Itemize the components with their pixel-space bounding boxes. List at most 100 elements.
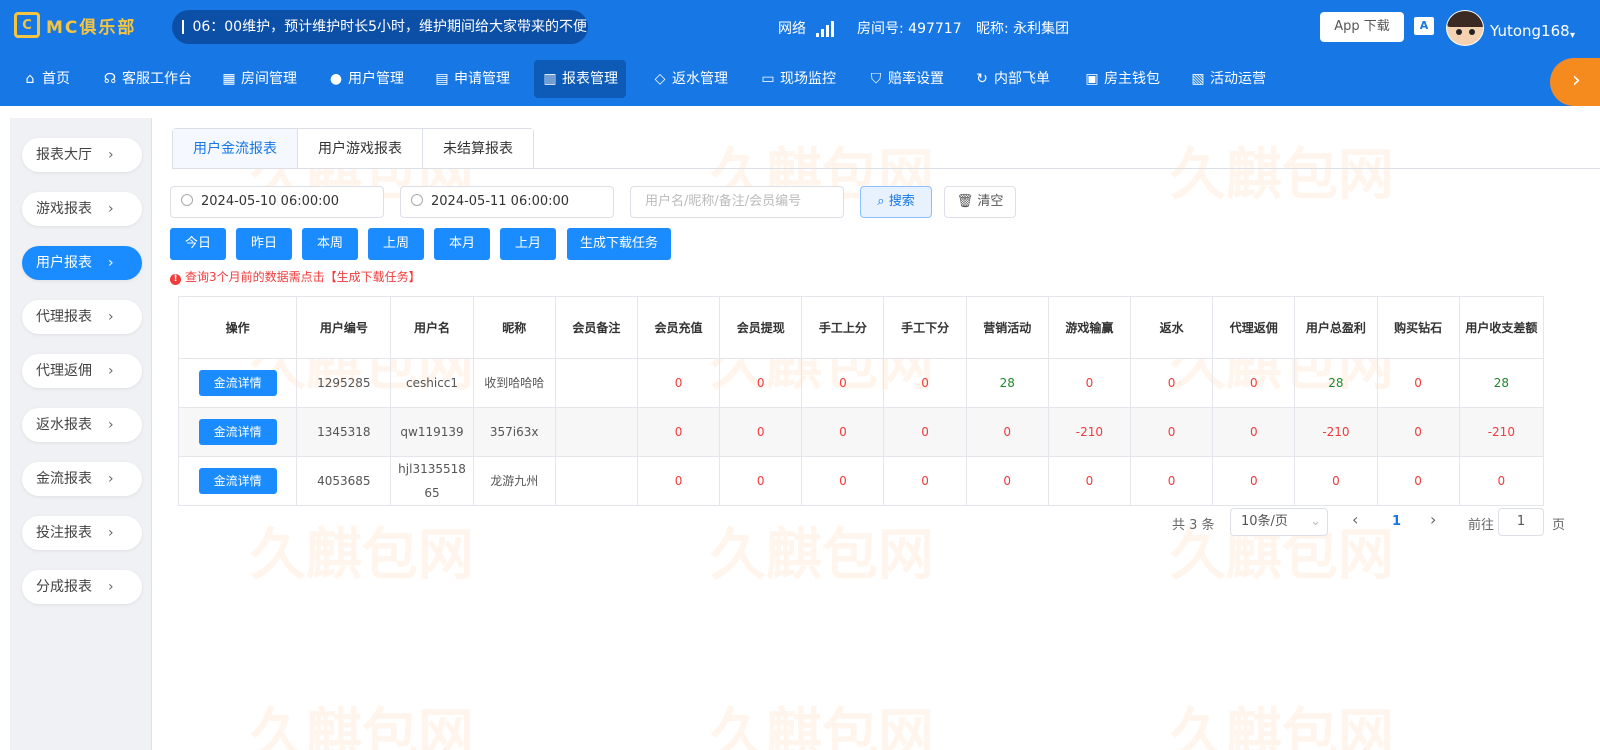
page-number-current[interactable]: 1 [1392, 514, 1401, 529]
sidebar-item-game-report[interactable]: 游戏报表 › [22, 192, 142, 226]
last-month-button[interactable]: 上月 [500, 228, 556, 260]
caret-down-icon[interactable]: ▾ [1570, 30, 1575, 41]
sidebar-item-label: 用户报表 [36, 255, 92, 271]
table-cell: 0 [636, 407, 721, 457]
table-cell: 0 [1376, 407, 1460, 457]
translate-icon[interactable]: A [1414, 17, 1434, 35]
sidebar-item-cashflow-report[interactable]: 金流报表 › [22, 462, 142, 496]
today-button[interactable]: 今日 [170, 228, 226, 260]
table-cell: -210 [1047, 407, 1132, 457]
table-cell: 0 [636, 456, 721, 506]
column-header: 会员提现 [719, 296, 803, 359]
this-week-button[interactable]: 本周 [302, 228, 358, 260]
sidebar-item-agent-report[interactable]: 代理报表 › [22, 300, 142, 334]
table-cell: 0 [1458, 456, 1545, 506]
nav-item-applications[interactable]: ▤ 申请管理 [426, 60, 518, 98]
table-cell: 0 [719, 407, 803, 457]
home-icon: ⌂ [25, 71, 35, 87]
nav-label: 现场监控 [780, 71, 836, 87]
app-download-button[interactable]: App 下载 [1320, 12, 1404, 42]
column-header: 会员备注 [554, 296, 638, 359]
start-date-field[interactable]: 2024-05-10 06:00:00 [170, 186, 384, 218]
table-cell: -210 [1294, 407, 1378, 457]
table-cell: 0 [1129, 358, 1214, 408]
sidebar-item-report-hall[interactable]: 报表大厅 › [22, 138, 142, 172]
nav-item-monitor[interactable]: ▭ 现场监控 [752, 60, 844, 98]
trash-icon: 🗑 [956, 194, 978, 209]
end-date-field[interactable]: 2024-05-11 06:00:00 [400, 186, 614, 218]
logo[interactable]: C MC俱乐部 [14, 12, 136, 38]
chevron-right-icon: › [108, 255, 114, 271]
logo-text: MC俱乐部 [46, 17, 137, 38]
nav-label: 用户管理 [348, 71, 404, 87]
nav-item-wallet[interactable]: ▣ 房主钱包 [1076, 60, 1168, 98]
start-date-value: 2024-05-10 06:00:00 [201, 194, 340, 209]
nav-item-service-desk[interactable]: ☊ 客服工作台 [94, 60, 200, 98]
nickname: 昵称: 永利集团 [976, 21, 1070, 37]
chevron-right-icon: › [108, 579, 114, 595]
nav-item-activities[interactable]: ▧ 活动运营 [1182, 60, 1274, 98]
chevron-right-icon: › [108, 471, 114, 487]
table-cell: 收到哈哈哈 [472, 358, 556, 408]
search-button[interactable]: ⌕ 搜索 [860, 186, 932, 218]
prev-page-button[interactable]: ‹ [1352, 510, 1358, 529]
sidebar-item-user-report[interactable]: 用户报表 › [22, 246, 142, 280]
sidebar-item-share-report[interactable]: 分成报表 › [22, 570, 142, 604]
sidebar-item-label: 金流报表 [36, 471, 92, 487]
nav-item-users[interactable]: ● 用户管理 [320, 60, 412, 98]
nav-item-internal-orders[interactable]: ↻ 内部飞单 [966, 60, 1058, 98]
table-cell: 0 [719, 456, 803, 506]
goto-page-input[interactable]: 1 [1498, 508, 1544, 536]
nav-label: 房间管理 [241, 71, 297, 87]
page-size-select[interactable]: 10条/页 ⌄ [1230, 508, 1328, 536]
pagination-total: 共 3 条 [1172, 518, 1215, 533]
cashflow-detail-button[interactable]: 金流详情 [198, 468, 277, 494]
clear-button[interactable]: 🗑 清空 [944, 186, 1016, 218]
nav-label: 申请管理 [454, 71, 510, 87]
nav-item-reports[interactable]: ▥ 报表管理 [534, 60, 626, 98]
column-header: 用户名 [390, 296, 474, 359]
generate-download-task-button[interactable]: 生成下载任务 [567, 228, 671, 260]
table-cell: 0 [965, 456, 1049, 506]
table-cell: 0 [1047, 358, 1132, 408]
next-page-button[interactable]: › [1430, 510, 1436, 529]
nav-more-arrow[interactable]: › [1550, 58, 1600, 106]
sidebar-item-rebate-report[interactable]: 返水报表 › [22, 408, 142, 442]
chevron-down-icon: ⌄ [1310, 514, 1321, 529]
nav-item-home[interactable]: ⌂ 首页 [14, 60, 78, 98]
tab-user-cashflow[interactable]: 用户金流报表 [173, 129, 298, 169]
bar-chart-icon: ▥ [543, 71, 557, 87]
column-header: 手工上分 [801, 296, 885, 359]
cashflow-detail-button[interactable]: 金流详情 [198, 419, 277, 445]
wallet-icon: ▣ [1085, 71, 1099, 87]
nav-item-odds[interactable]: ⛉ 赔率设置 [860, 60, 952, 98]
table-row: 金流详情 4053685 hjl313551865 龙游九州 0 0 0 0 0… [177, 456, 1545, 506]
column-header: 手工下分 [883, 296, 967, 359]
nav-label: 客服工作台 [122, 71, 192, 87]
nav-label: 赔率设置 [888, 71, 944, 87]
keyword-search-input[interactable]: 用户名/昵称/备注/会员编号 [630, 186, 844, 218]
sidebar: 报表大厅 › 游戏报表 › 用户报表 › 代理报表 › 代理返佣 › 返水报表 › 金流报表… [10, 118, 152, 750]
clear-label: 清空 [977, 194, 1004, 209]
nav-label: 报表管理 [562, 71, 618, 87]
last-week-button[interactable]: 上周 [368, 228, 424, 260]
this-month-button[interactable]: 本月 [434, 228, 490, 260]
nav-label: 内部飞单 [994, 71, 1050, 87]
table-header-row: 操作 用户编号 用户名 昵称 会员备注 会员充值 会员提现 手工上分 手工下分 … [177, 296, 1545, 359]
tip-text: 查询3个月前的数据需点击【生成下载任务】 [185, 270, 421, 284]
action-cell: 金流详情 [177, 456, 298, 506]
sidebar-item-bet-report[interactable]: 投注报表 › [22, 516, 142, 550]
nav-item-rooms[interactable]: ▦ 房间管理 [213, 60, 305, 98]
tab-unsettled[interactable]: 未结算报表 [423, 129, 533, 169]
signal-icon [816, 21, 835, 37]
nav-item-rebate[interactable]: ◇ 返水管理 [644, 60, 736, 98]
clock-icon [181, 194, 193, 206]
tab-user-game[interactable]: 用户游戏报表 [298, 129, 423, 169]
avatar[interactable] [1446, 10, 1484, 46]
table-cell: 0 [1212, 407, 1296, 457]
yesterday-button[interactable]: 昨日 [236, 228, 292, 260]
sidebar-item-agent-commission[interactable]: 代理返佣 › [22, 354, 142, 388]
table-cell: 0 [1129, 407, 1214, 457]
cashflow-detail-button[interactable]: 金流详情 [198, 370, 277, 396]
username[interactable]: Yutong168 [1490, 22, 1570, 40]
